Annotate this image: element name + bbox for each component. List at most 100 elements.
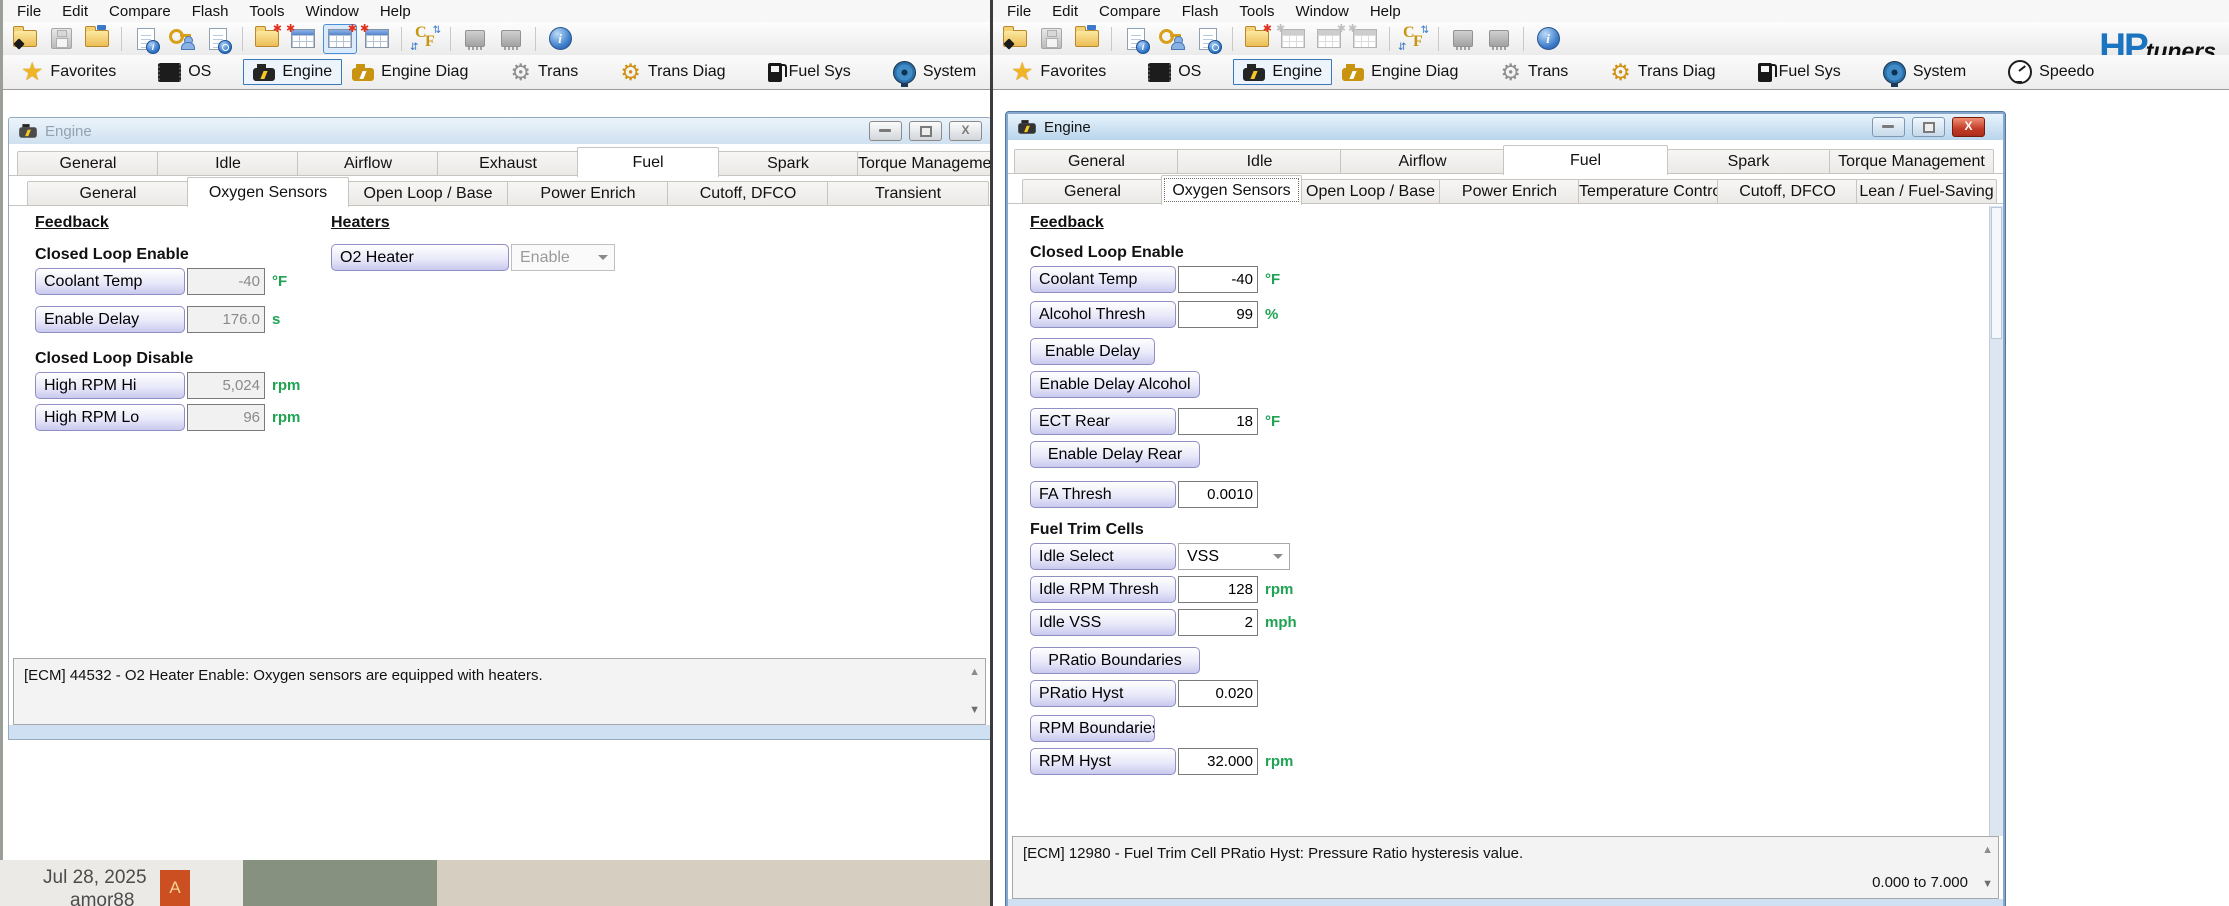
param-value-high-rpm-lo[interactable]: 96 [187,404,265,431]
nav-system[interactable]: System [883,57,986,88]
menu-flash[interactable]: Flash [192,3,229,20]
compare-table-a-button[interactable]: ✱ [287,25,319,53]
menu-flash[interactable]: Flash [1182,3,1219,20]
read-vehicle-button[interactable] [495,25,527,53]
param-value-pratio-hyst[interactable]: 0.020 [1178,680,1258,707]
tab-airflow[interactable]: Airflow [1340,149,1505,174]
file-info-button[interactable]: i [130,25,162,53]
param-value-high-rpm-hi[interactable]: 5,024 [187,372,265,399]
nav-engine-diag[interactable]: Engine Diag [342,59,478,85]
close-button[interactable] [1952,117,1985,137]
enable-delay-alcohol-button[interactable]: Enable Delay Alcohol [1030,371,1200,398]
content-scrollbar[interactable] [1989,206,2003,836]
nav-trans-diag[interactable]: Trans Diag [1600,57,1725,88]
nav-trans[interactable]: Trans [500,57,588,88]
param-button-high-rpm-lo[interactable]: High RPM Lo [35,404,185,431]
subtab-open-loop-base[interactable]: Open Loop / Base [1300,179,1441,204]
file-info-button[interactable]: i [1120,25,1152,53]
tab-idle[interactable]: Idle [1177,149,1342,174]
menu-edit[interactable]: Edit [62,3,88,20]
tab-general[interactable]: General [1014,149,1179,174]
param-value-alcohol-thresh[interactable]: 99 [1178,301,1258,328]
nav-trans-diag[interactable]: Trans Diag [610,57,735,88]
param-button-fa-thresh[interactable]: FA Thresh [1030,481,1176,508]
subtab-general[interactable]: General [1022,179,1163,204]
subtab-power-enrich[interactable]: Power Enrich [1439,179,1580,204]
tab-torque-management[interactable]: Torque Management [857,151,991,176]
compare-table-b-button[interactable]: ✱ [323,24,357,54]
menu-tools[interactable]: Tools [1239,3,1274,20]
menu-help[interactable]: Help [380,3,411,20]
menu-window[interactable]: Window [305,3,358,20]
subtab-power-enrich[interactable]: Power Enrich [507,181,669,206]
tab-idle[interactable]: Idle [157,151,299,176]
file-history-button[interactable] [202,25,234,53]
subtab-general[interactable]: General [27,181,189,206]
tab-exhaust[interactable]: Exhaust [437,151,579,176]
save-file-button[interactable] [45,25,77,53]
param-button-alcohol-thresh[interactable]: Alcohol Thresh [1030,301,1176,328]
open-file-button[interactable] [9,25,41,53]
nav-speedo[interactable]: Speedo [1998,56,2104,88]
subtab-cutoff-dfco[interactable]: Cutoff, DFCO [667,181,829,206]
maximize-button[interactable] [909,121,942,141]
menu-window[interactable]: Window [1295,3,1348,20]
tab-general[interactable]: General [17,151,159,176]
subtab-open-loop-base[interactable]: Open Loop / Base [347,181,509,206]
compare-functions-button[interactable]: ⇅⇵ [410,25,442,53]
nav-engine-diag[interactable]: Engine Diag [1332,59,1468,85]
menu-edit[interactable]: Edit [1052,3,1078,20]
license-button[interactable] [166,25,198,53]
subtab-lean-fuel-saving[interactable]: Lean / Fuel-Saving [1856,179,1997,204]
tab-spark[interactable]: Spark [717,151,859,176]
open-repository-button[interactable] [81,25,113,53]
menu-file[interactable]: File [17,3,41,20]
open-file-button[interactable] [999,25,1031,53]
scroll-up-icon[interactable]: ▲ [1982,845,1993,856]
vehicle-info-button[interactable] [1532,25,1564,53]
menu-file[interactable]: File [1007,3,1031,20]
compare-table-c-button[interactable]: ✱ [1349,25,1381,53]
param-value-ect-rear[interactable]: 18 [1178,408,1258,435]
param-button-o2-heater[interactable]: O2 Heater [331,244,509,271]
enable-delay-button[interactable]: Enable Delay [1030,338,1155,365]
param-value-rpm-hyst[interactable]: 32.000 [1178,748,1258,775]
param-value-coolant-temp[interactable]: -40 [1178,266,1258,293]
subtab-oxygen-sensors[interactable]: Oxygen Sensors [1161,175,1302,205]
menu-compare[interactable]: Compare [109,3,171,20]
param-button-coolant-temp[interactable]: Coolant Temp [1030,266,1176,293]
param-button-pratio-hyst[interactable]: PRatio Hyst [1030,680,1176,707]
subtab-transient[interactable]: Transient [827,181,989,206]
license-button[interactable] [1156,25,1188,53]
tab-airflow[interactable]: Airflow [297,151,439,176]
scrollbar-thumb[interactable] [1991,207,2002,339]
param-value-coolant-temp[interactable]: -40 [187,268,265,295]
file-history-button[interactable] [1192,25,1224,53]
compare-table-b-button[interactable]: ✱ [1313,25,1345,53]
enable-delay-rear-button[interactable]: Enable Delay Rear [1030,441,1200,468]
param-button-idle-select[interactable]: Idle Select [1030,543,1176,570]
param-button-enable-delay[interactable]: Enable Delay [35,306,185,333]
param-button-ect-rear[interactable]: ECT Rear [1030,408,1176,435]
save-file-button[interactable] [1035,25,1067,53]
nav-system[interactable]: System [1873,57,1976,88]
param-button-high-rpm-hi[interactable]: High RPM Hi [35,372,185,399]
nav-engine[interactable]: Engine [1233,59,1332,85]
menu-tools[interactable]: Tools [249,3,284,20]
nav-engine[interactable]: Engine [243,59,342,85]
menu-compare[interactable]: Compare [1099,3,1161,20]
nav-fuel-sys[interactable]: Fuel Sys [1748,59,1851,86]
nav-favorites[interactable]: Favorites [11,56,126,89]
tab-spark[interactable]: Spark [1666,149,1831,174]
read-vehicle-button[interactable] [1483,25,1515,53]
close-button[interactable] [949,121,982,141]
dialog-titlebar[interactable]: Engine [9,118,990,144]
tab-fuel[interactable]: Fuel [577,147,719,177]
tab-torque-management[interactable]: Torque Management [1829,149,1994,174]
compare-open-button[interactable] [251,25,283,53]
compare-functions-button[interactable]: ⇅⇵ [1398,25,1430,53]
tab-fuel[interactable]: Fuel [1503,145,1668,175]
o2-heater-select[interactable]: Enable [511,244,615,271]
compare-table-c-button[interactable]: ✱ [361,25,393,53]
subtab-oxygen-sensors[interactable]: Oxygen Sensors [187,177,349,207]
